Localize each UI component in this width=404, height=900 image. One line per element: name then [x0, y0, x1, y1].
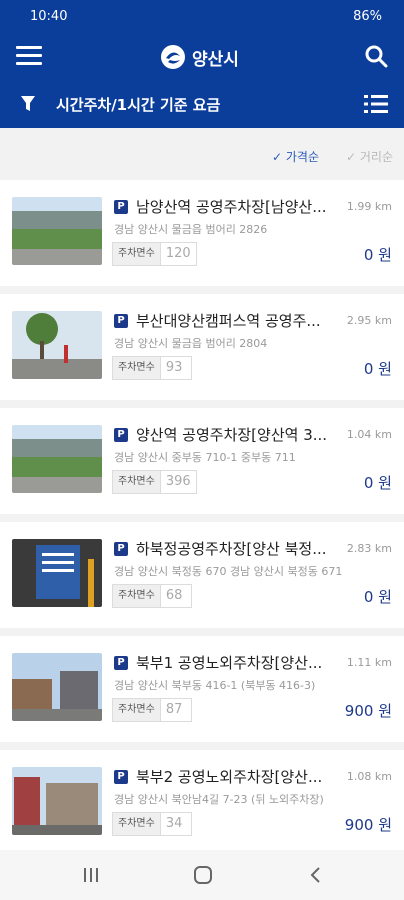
- slots-count: 120: [165, 246, 191, 261]
- app-bar: 양산시: [0, 34, 404, 80]
- home-icon[interactable]: [192, 864, 214, 886]
- parking-slots: 주차면수 120: [112, 242, 197, 266]
- slots-label: 주차면수: [113, 813, 161, 835]
- parking-price: 0 원: [363, 474, 392, 492]
- app-logo: 양산시: [160, 42, 239, 72]
- parking-name: 북부2 공영노외주차장[양산...: [136, 768, 323, 786]
- status-battery: 86%: [353, 9, 382, 24]
- parking-distance: 1.04 km: [346, 428, 392, 441]
- parking-slots: 주차면수 34: [112, 812, 192, 836]
- filter-icon[interactable]: [20, 95, 36, 113]
- parking-thumbnail: [12, 311, 102, 379]
- parking-item[interactable]: P 양산역 공영주차장[양산역 3... 1.04 km 경남 양산시 중부동 …: [0, 408, 404, 514]
- slots-label: 주차면수: [113, 699, 161, 721]
- slots-label: 주차면수: [113, 585, 161, 607]
- slots-count: 68: [165, 588, 183, 603]
- parking-name: 부산대양산캠퍼스역 공영주...: [136, 312, 321, 330]
- slots-label: 주차면수: [113, 243, 161, 265]
- parking-name: 북부1 공영노외주차장[양산...: [136, 654, 323, 672]
- status-time: 10:40: [30, 9, 68, 24]
- system-nav-bar: [0, 850, 404, 900]
- parking-p-icon: P: [114, 656, 128, 670]
- parking-address: 경남 양산시 물금읍 범어리 2804: [114, 337, 268, 350]
- sort-bar: ✓ 가격순 ✓ 거리순: [0, 128, 404, 178]
- parking-address: 경남 양산시 물금읍 범어리 2826: [114, 223, 268, 236]
- sort-distance[interactable]: ✓ 거리순: [346, 148, 393, 165]
- list-view-icon[interactable]: [364, 94, 388, 114]
- parking-p-icon: P: [114, 314, 128, 328]
- parking-slots: 주차면수 87: [112, 698, 192, 722]
- parking-name: 양산역 공영주차장[양산역 3...: [136, 426, 328, 444]
- slots-count: 87: [165, 702, 183, 717]
- parking-p-icon: P: [114, 770, 128, 784]
- slots-label: 주차면수: [113, 357, 161, 379]
- parking-item[interactable]: P 부산대양산캠퍼스역 공영주... 2.95 km 경남 양산시 물금읍 범어…: [0, 294, 404, 400]
- parking-distance: 2.95 km: [346, 314, 392, 327]
- search-icon[interactable]: [364, 44, 388, 68]
- parking-item[interactable]: P 북부2 공영노외주차장[양산... 1.08 km 경남 양산시 북안남4길…: [0, 750, 404, 856]
- parking-distance: 1.11 km: [346, 656, 392, 669]
- slots-count: 93: [165, 360, 183, 375]
- parking-p-icon: P: [114, 428, 128, 442]
- parking-address: 경남 양산시 북부동 416-1 (북부동 416-3): [114, 679, 316, 692]
- parking-distance: 2.83 km: [346, 542, 392, 555]
- app-title: 양산시: [192, 49, 239, 70]
- parking-item[interactable]: P 북부1 공영노외주차장[양산... 1.11 km 경남 양산시 북부동 4…: [0, 636, 404, 742]
- parking-name: 하북정공영주차장[양산 북정...: [136, 540, 327, 558]
- parking-price: 0 원: [363, 588, 392, 606]
- parking-p-icon: P: [114, 200, 128, 214]
- parking-thumbnail: [12, 539, 102, 607]
- status-bar: 10:40 86%: [0, 0, 404, 34]
- parking-price: 900 원: [344, 816, 392, 834]
- parking-price: 0 원: [363, 360, 392, 378]
- recent-apps-icon[interactable]: [80, 864, 102, 886]
- city-logo-icon: [161, 45, 185, 69]
- filter-bar: 시간주차/1시간 기준 요금: [0, 80, 404, 128]
- parking-thumbnail: [12, 767, 102, 835]
- parking-address: 경남 양산시 북안남4길 7-23 (뒤 노외주차장): [114, 793, 324, 806]
- filter-label[interactable]: 시간주차/1시간 기준 요금: [56, 94, 220, 115]
- parking-item[interactable]: P 남양산역 공영주차장[남양산... 1.99 km 경남 양산시 물금읍 범…: [0, 180, 404, 286]
- parking-p-icon: P: [114, 542, 128, 556]
- slots-count: 396: [165, 474, 191, 489]
- parking-thumbnail: [12, 653, 102, 721]
- parking-slots: 주차면수 396: [112, 470, 197, 494]
- parking-address: 경남 양산시 중부동 710-1 중부동 711: [114, 451, 296, 464]
- parking-list: P 남양산역 공영주차장[남양산... 1.99 km 경남 양산시 물금읍 범…: [0, 180, 404, 864]
- parking-distance: 1.99 km: [346, 200, 392, 213]
- back-icon[interactable]: [305, 864, 327, 886]
- parking-distance: 1.08 km: [346, 770, 392, 783]
- slots-count: 34: [165, 816, 183, 831]
- sort-price[interactable]: ✓ 가격순: [272, 148, 319, 165]
- parking-slots: 주차면수 93: [112, 356, 192, 380]
- parking-price: 0 원: [363, 246, 392, 264]
- slots-label: 주차면수: [113, 471, 161, 493]
- parking-thumbnail: [12, 425, 102, 493]
- parking-address: 경남 양산시 북정동 670 경남 양산시 북정동 671: [114, 565, 343, 578]
- menu-icon[interactable]: [16, 46, 42, 66]
- parking-price: 900 원: [344, 702, 392, 720]
- parking-item[interactable]: P 하북정공영주차장[양산 북정... 2.83 km 경남 양산시 북정동 6…: [0, 522, 404, 628]
- parking-thumbnail: [12, 197, 102, 265]
- parking-name: 남양산역 공영주차장[남양산...: [136, 198, 327, 216]
- parking-slots: 주차면수 68: [112, 584, 192, 608]
